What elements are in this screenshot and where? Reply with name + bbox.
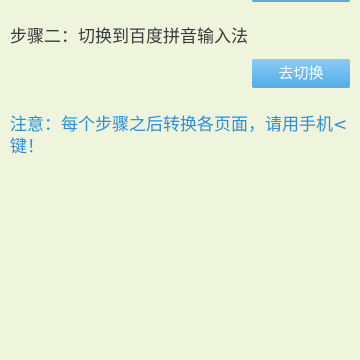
step-title: 步骤二：切换到百度拼音输入法 bbox=[10, 27, 248, 47]
previous-step-button[interactable] bbox=[252, 0, 350, 2]
note-text: 注意：每个步骤之后转换各页面，请用手机<键！ bbox=[10, 115, 348, 157]
switch-button[interactable]: 去切换 bbox=[252, 59, 350, 88]
